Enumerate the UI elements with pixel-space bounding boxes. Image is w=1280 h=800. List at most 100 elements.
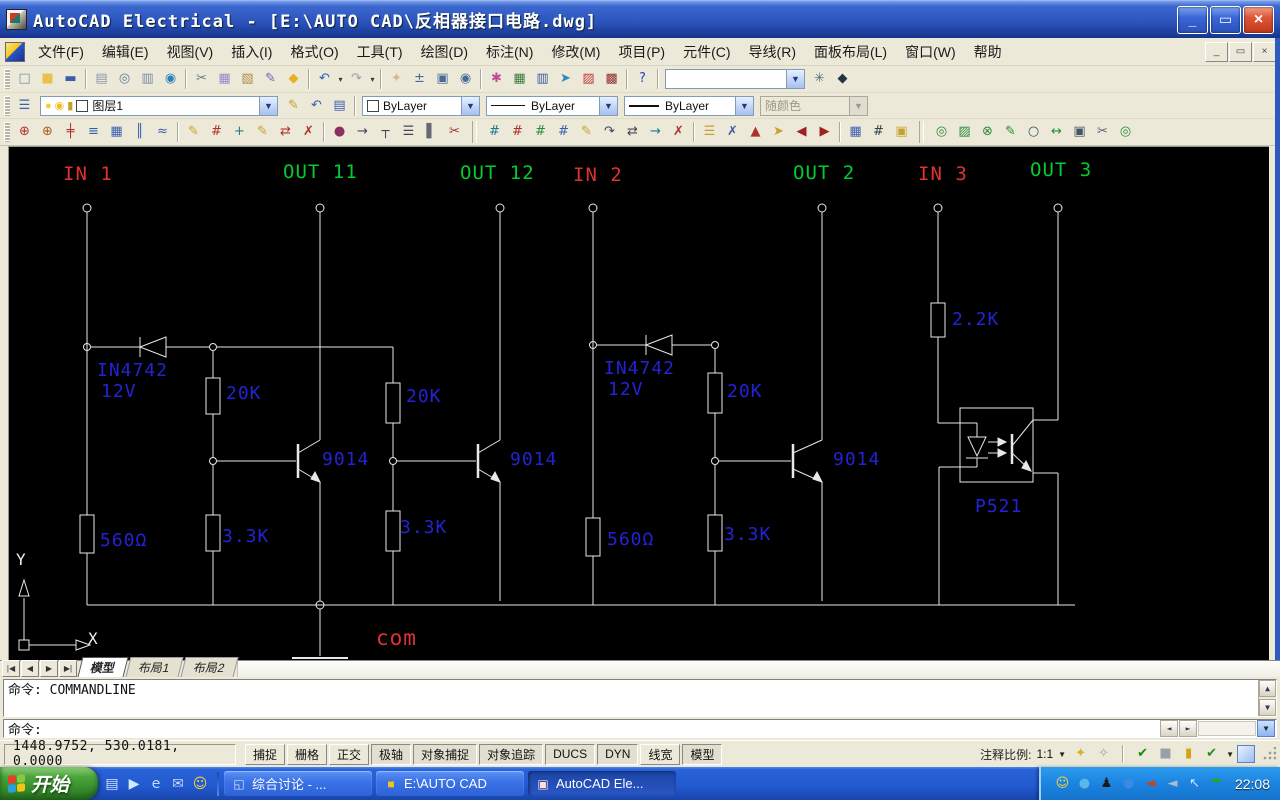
next-drawing-icon[interactable]: ▶ <box>814 122 835 142</box>
move-component-icon[interactable]: + <box>229 122 250 142</box>
undo-dropdown-icon[interactable]: ▾ <box>336 75 345 84</box>
tab-nav-1-button[interactable]: ◀ <box>21 660 39 677</box>
toggle-ducs[interactable]: DUCS <box>545 744 595 765</box>
trim-wire-icon[interactable]: ╪ <box>60 122 81 142</box>
signal-surfer-icon[interactable]: ➤ <box>768 122 789 142</box>
image-tile-icon[interactable]: ▣ <box>1069 122 1090 142</box>
thunder-icon[interactable]: ● <box>1120 775 1137 793</box>
toggle-捕捉[interactable]: 捕捉 <box>245 744 285 765</box>
panel-footprint-icon[interactable]: ▣ <box>891 122 912 142</box>
tab-nav-2-button[interactable]: ▶ <box>40 660 58 677</box>
menu-导线-r[interactable]: 导线(R) <box>740 39 805 65</box>
catalog-browser-icon[interactable]: ▦ <box>509 69 530 89</box>
project-manager-icon[interactable]: ✱ <box>486 69 507 89</box>
redo-icon[interactable]: ↷ <box>346 69 367 89</box>
edit-component-icon[interactable]: ✎ <box>183 122 204 142</box>
lineweight-combo[interactable]: ByLayer ▼ <box>624 96 754 116</box>
outlook-icon[interactable]: ✉ <box>169 775 187 793</box>
start-button[interactable]: 开始 <box>0 767 98 800</box>
redo-dropdown-icon[interactable]: ▾ <box>368 75 377 84</box>
schematic-reports-icon[interactable]: ▥ <box>532 69 553 89</box>
clean-screen-button[interactable] <box>1237 745 1255 763</box>
menu-工具-t[interactable]: 工具(T) <box>348 39 412 65</box>
media-player-icon[interactable]: ▶ <box>125 775 143 793</box>
symbol-builder-icon[interactable]: ◎ <box>931 122 952 142</box>
combo-arrow-icon[interactable]: ▼ <box>259 97 277 115</box>
edit-attributes-icon[interactable]: ✎ <box>252 122 273 142</box>
layer-combo[interactable]: ● ◉ ▮ 图层1 ▼ <box>40 96 278 116</box>
drawing-canvas[interactable] <box>8 146 1269 661</box>
scroll-expand-icon[interactable]: ▼ <box>1257 720 1275 737</box>
panel-layout-table-icon[interactable]: ▦ <box>845 122 866 142</box>
layers-icon[interactable]: ☰ <box>14 96 35 116</box>
copy-wire-number-icon[interactable]: # <box>530 122 551 142</box>
mark-stamp-icon[interactable]: ◆ <box>832 69 853 89</box>
menu-窗口-w[interactable]: 窗口(W) <box>896 39 965 65</box>
mdi-minimize-button[interactable]: _ <box>1205 42 1228 62</box>
cross-reference-icon[interactable]: ▲ <box>745 122 766 142</box>
zoom-lens-icon[interactable]: ○ <box>1023 122 1044 142</box>
annotation-visibility-icon[interactable]: ✦ <box>1070 744 1091 764</box>
tab-nav-0-button[interactable]: |◀ <box>2 660 20 677</box>
pan-icon[interactable]: ✦ <box>386 69 407 89</box>
close-button[interactable]: × <box>1243 6 1274 34</box>
linetype-combo[interactable]: ByLayer ▼ <box>486 96 618 116</box>
publish-icon[interactable]: ▥ <box>137 69 158 89</box>
tab-布局2[interactable]: 布局2 <box>180 657 238 677</box>
messenger-icon[interactable]: ☺ <box>191 775 209 793</box>
scroll-right-icon[interactable]: ► <box>1179 720 1197 737</box>
cut-icon[interactable]: ✂ <box>191 69 212 89</box>
task-button-autocad-ele[interactable]: ▣AutoCAD Ele... <box>528 771 676 796</box>
flip-wire-number-icon[interactable]: ↷ <box>599 122 620 142</box>
layer-color-chip[interactable] <box>76 100 88 112</box>
command-input[interactable]: 命令: ◄ ► ▼ <box>3 719 1277 738</box>
insert-ladder-icon[interactable]: ▦ <box>106 122 127 142</box>
layer-properties-icon[interactable]: ▤ <box>329 96 350 116</box>
toggle-对象追踪[interactable]: 对象追踪 <box>479 744 543 765</box>
destination-signal-arrow-icon[interactable]: ✗ <box>722 122 743 142</box>
menu-标注-n[interactable]: 标注(N) <box>477 39 542 65</box>
previous-drawing-icon[interactable]: ◀ <box>791 122 812 142</box>
new-file-icon[interactable]: □ <box>14 69 35 89</box>
tab-scroll-area[interactable] <box>237 661 1280 677</box>
toggle-极轴[interactable]: 极轴 <box>371 744 411 765</box>
task-button-e-auto-cad[interactable]: ■E:\AUTO CAD <box>376 771 524 796</box>
minimize-button[interactable]: _ <box>1177 6 1208 34</box>
wire-number-leader-icon[interactable]: ✎ <box>576 122 597 142</box>
qq-icon[interactable]: ♟ <box>1098 775 1115 793</box>
toolbar-grip[interactable] <box>4 96 10 116</box>
toggle-对象捕捉[interactable]: 对象捕捉 <box>413 744 477 765</box>
utility-tools-icon[interactable]: ✂ <box>1092 122 1113 142</box>
antivirus-umbrella-icon[interactable]: ☂ <box>1208 775 1225 793</box>
paste-icon[interactable]: ▧ <box>237 69 258 89</box>
pointer-tool-icon[interactable]: ↖ <box>1186 775 1203 793</box>
circuit-scale-icon[interactable]: ✎ <box>1000 122 1021 142</box>
delete-wire-number-icon[interactable]: ✗ <box>668 122 689 142</box>
layer-previous-icon[interactable]: ↶ <box>306 96 327 116</box>
zoom-window-icon[interactable]: ▣ <box>432 69 453 89</box>
command-scrollbar[interactable]: ▲ ▼ <box>1258 680 1276 716</box>
save-icon[interactable]: ▬ <box>60 69 81 89</box>
layer-on-icon[interactable]: ● <box>45 100 52 112</box>
stretch-symbol-icon[interactable]: ↔ <box>1046 122 1067 142</box>
combo-arrow-icon[interactable]: ▼ <box>599 97 617 115</box>
menu-绘图-d[interactable]: 绘图(D) <box>412 39 477 65</box>
restore-button[interactable]: ▭ <box>1210 6 1241 34</box>
status-ok-icon[interactable]: ✔ <box>1132 744 1153 764</box>
copy-icon[interactable]: ▦ <box>214 69 235 89</box>
toggle-nc-no-icon[interactable]: ● <box>329 122 350 142</box>
move-wire-number-icon[interactable]: # <box>553 122 574 142</box>
swap-wire-number-icon[interactable]: ⇄ <box>622 122 643 142</box>
tab-模型[interactable]: 模型 <box>78 657 129 677</box>
zoom-previous-icon[interactable]: ◉ <box>455 69 476 89</box>
snap-target-icon[interactable]: ◎ <box>1115 122 1136 142</box>
toggle-栅格[interactable]: 栅格 <box>287 744 327 765</box>
menu-修改-m[interactable]: 修改(M) <box>542 39 609 65</box>
annotation-scale-dropdown-icon[interactable]: ▼ <box>1058 750 1066 759</box>
annotation-autoscale-icon[interactable]: ✧ <box>1093 744 1114 764</box>
lock-ui-icon[interactable]: ▮ <box>1178 744 1199 764</box>
mdi-close-button[interactable]: × <box>1253 42 1276 62</box>
trusted-service-icon[interactable]: ✔ <box>1201 744 1222 764</box>
insert-wire-number-icon[interactable]: # <box>484 122 505 142</box>
zoom-realtime-icon[interactable]: ± <box>409 69 430 89</box>
